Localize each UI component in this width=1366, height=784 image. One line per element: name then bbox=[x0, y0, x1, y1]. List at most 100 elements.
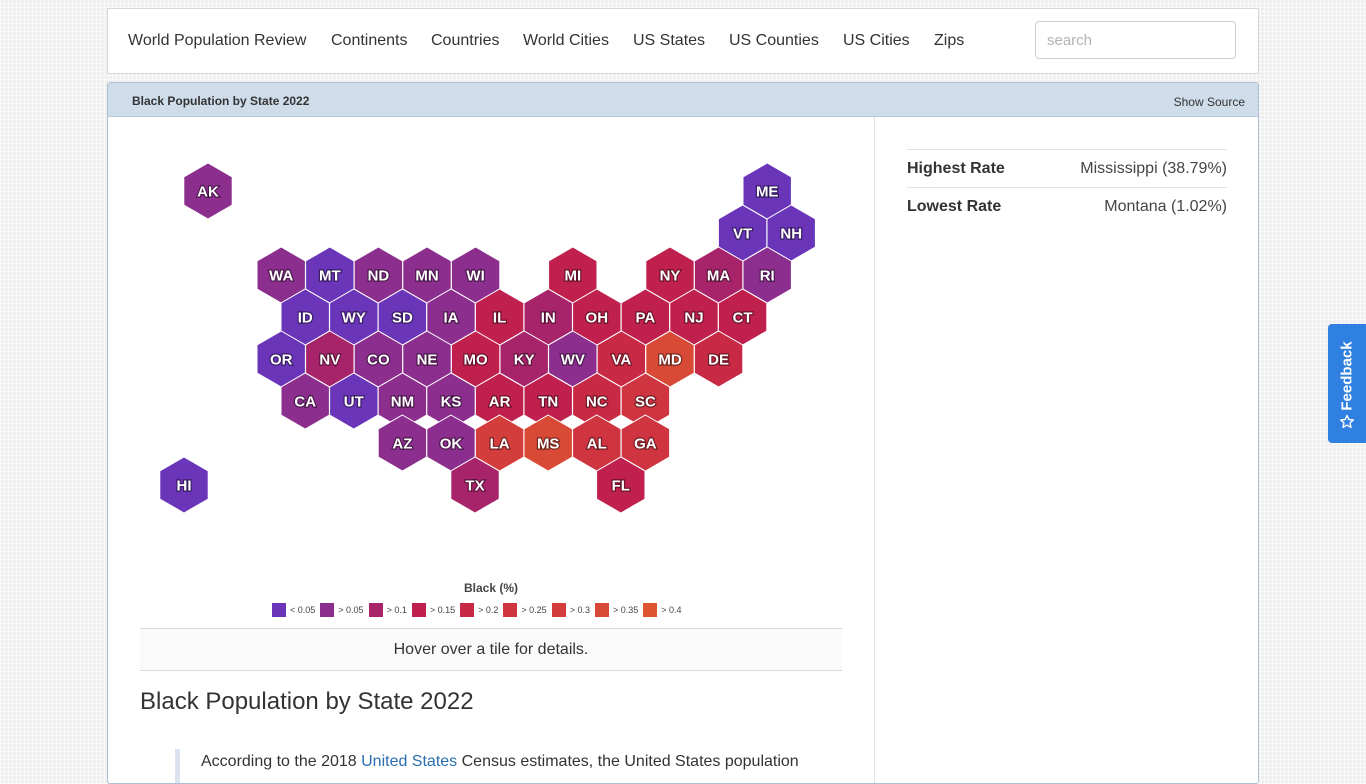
state-label: CO bbox=[367, 352, 390, 369]
state-label: ND bbox=[368, 268, 390, 285]
state-label: IA bbox=[444, 310, 459, 327]
feedback-label: Feedback bbox=[1338, 341, 1356, 411]
highest-rate-label: Highest Rate bbox=[907, 160, 1005, 177]
legend-swatch bbox=[643, 603, 658, 617]
state-label: NY bbox=[660, 268, 681, 285]
legend-swatch bbox=[503, 603, 518, 617]
state-label: PA bbox=[636, 310, 656, 327]
state-label: SD bbox=[392, 310, 413, 327]
state-tile-az[interactable]: AZ bbox=[377, 414, 428, 472]
legend-label: > 0.1 bbox=[386, 605, 407, 615]
lowest-rate-value: Montana (1.02%) bbox=[1104, 198, 1227, 215]
state-tile-hi[interactable]: HI bbox=[159, 456, 209, 514]
state-label: KS bbox=[441, 394, 462, 411]
stats-table: Highest Rate Mississippi (38.79%) Lowest… bbox=[907, 149, 1227, 225]
state-label: OR bbox=[270, 352, 293, 369]
legend-label: > 0.25 bbox=[521, 605, 547, 615]
legend-title: Black (%) bbox=[463, 581, 519, 595]
legend-swatch bbox=[551, 603, 566, 617]
legend-entry: > 0.3 bbox=[551, 603, 590, 617]
state-label: VT bbox=[733, 226, 752, 243]
state-label: AK bbox=[197, 184, 219, 201]
nav-us-counties-link[interactable]: US Counties bbox=[729, 31, 819, 51]
state-label: SC bbox=[635, 394, 656, 411]
state-label: MD bbox=[658, 352, 681, 369]
legend-entry: > 0.2 bbox=[460, 603, 498, 617]
legend-entry: > 0.15 bbox=[411, 603, 456, 617]
state-label: ID bbox=[298, 310, 313, 327]
state-tile-ms[interactable]: MS bbox=[523, 414, 573, 472]
content-panel: Black Population by State 2022 Show Sour… bbox=[107, 82, 1259, 784]
nav-zips-link[interactable]: Zips bbox=[934, 31, 964, 51]
state-label: ME bbox=[756, 184, 779, 201]
quote-text-suffix: Census estimates, the United States popu… bbox=[457, 753, 799, 770]
legend-swatch bbox=[594, 603, 609, 617]
show-source-link[interactable]: Show Source bbox=[1174, 95, 1245, 109]
search-input[interactable] bbox=[1035, 21, 1236, 59]
state-label: NM bbox=[391, 394, 414, 411]
legend-label: > 0.3 bbox=[569, 605, 590, 615]
state-label: AZ bbox=[392, 436, 412, 453]
feedback-tab[interactable]: Feedback bbox=[1328, 324, 1366, 443]
article-title: Black Population by State 2022 bbox=[140, 688, 474, 715]
legend-entry: > 0.35 bbox=[594, 603, 638, 617]
legend-swatch bbox=[320, 603, 335, 617]
top-navbar: World Population Review Continents Count… bbox=[107, 8, 1259, 74]
nav-countries-link[interactable]: Countries bbox=[431, 31, 499, 51]
legend-swatch bbox=[272, 603, 286, 617]
legend-label: > 0.4 bbox=[661, 605, 682, 615]
legend-entry: > 0.05 bbox=[320, 603, 364, 617]
state-label: MI bbox=[564, 268, 581, 285]
state-label: IL bbox=[493, 310, 506, 327]
state-label: NE bbox=[417, 352, 438, 369]
nav-brand-link[interactable]: World Population Review bbox=[128, 31, 306, 51]
state-label: MS bbox=[537, 436, 560, 453]
state-label: WA bbox=[269, 268, 293, 285]
state-label: UT bbox=[344, 394, 364, 411]
legend-entry: > 0.1 bbox=[368, 603, 407, 617]
panel-header: Black Population by State 2022 Show Sour… bbox=[108, 83, 1258, 117]
legend-label: > 0.05 bbox=[338, 605, 364, 615]
state-label: LA bbox=[490, 436, 510, 453]
nav-us-states-link[interactable]: US States bbox=[633, 31, 705, 51]
state-label: TX bbox=[465, 478, 484, 495]
state-label: WY bbox=[342, 310, 366, 327]
united-states-link[interactable]: United States bbox=[361, 753, 457, 770]
legend-label: > 0.15 bbox=[429, 605, 456, 615]
state-hex-map: AK ME VT NH WA MT ND MN WI MI NY MA RI ID WY SD IA IL IN OH… bbox=[159, 162, 816, 514]
legend: < 0.05 > 0.05 > 0.1 > 0.15 > 0.2 > 0.25 > 0.3 >… bbox=[272, 603, 687, 617]
state-label: CA bbox=[294, 394, 316, 411]
state-label: OH bbox=[586, 310, 609, 327]
state-tile-ak[interactable]: AK bbox=[183, 162, 233, 220]
quote-text-prefix: According to the 2018 bbox=[201, 753, 362, 770]
state-label: MO bbox=[464, 352, 488, 369]
panel-title: Black Population by State 2022 bbox=[132, 94, 310, 108]
state-label: NJ bbox=[684, 310, 703, 327]
state-label: DE bbox=[708, 352, 729, 369]
state-label: WV bbox=[561, 352, 585, 369]
nav-world-cities-link[interactable]: World Cities bbox=[523, 31, 609, 51]
article-quote: According to the 2018 United States Cens… bbox=[175, 749, 841, 783]
nav-us-cities-link[interactable]: US Cities bbox=[843, 31, 910, 51]
state-label: MA bbox=[707, 268, 730, 285]
stat-row-lowest: Lowest Rate Montana (1.02%) bbox=[907, 187, 1227, 225]
legend-swatch bbox=[368, 603, 383, 617]
legend-entry: < 0.05 bbox=[272, 603, 315, 617]
state-label: TN bbox=[538, 394, 558, 411]
nav-continents-link[interactable]: Continents bbox=[331, 31, 408, 51]
state-label: RI bbox=[760, 268, 775, 285]
lowest-rate-label: Lowest Rate bbox=[907, 198, 1002, 215]
state-label: MT bbox=[319, 268, 341, 285]
state-label: NC bbox=[586, 394, 608, 411]
state-label: AL bbox=[587, 436, 607, 453]
state-label: AR bbox=[489, 394, 511, 411]
state-label: NV bbox=[319, 352, 340, 369]
state-label: HI bbox=[177, 478, 192, 495]
legend-entry: > 0.4 bbox=[643, 603, 682, 617]
state-label: MN bbox=[415, 268, 438, 285]
legend-label: > 0.2 bbox=[478, 605, 499, 615]
state-label: KY bbox=[514, 352, 535, 369]
hover-hint: Hover over a tile for details. bbox=[140, 628, 842, 671]
state-label: WI bbox=[466, 268, 484, 285]
state-label: NH bbox=[780, 226, 802, 243]
